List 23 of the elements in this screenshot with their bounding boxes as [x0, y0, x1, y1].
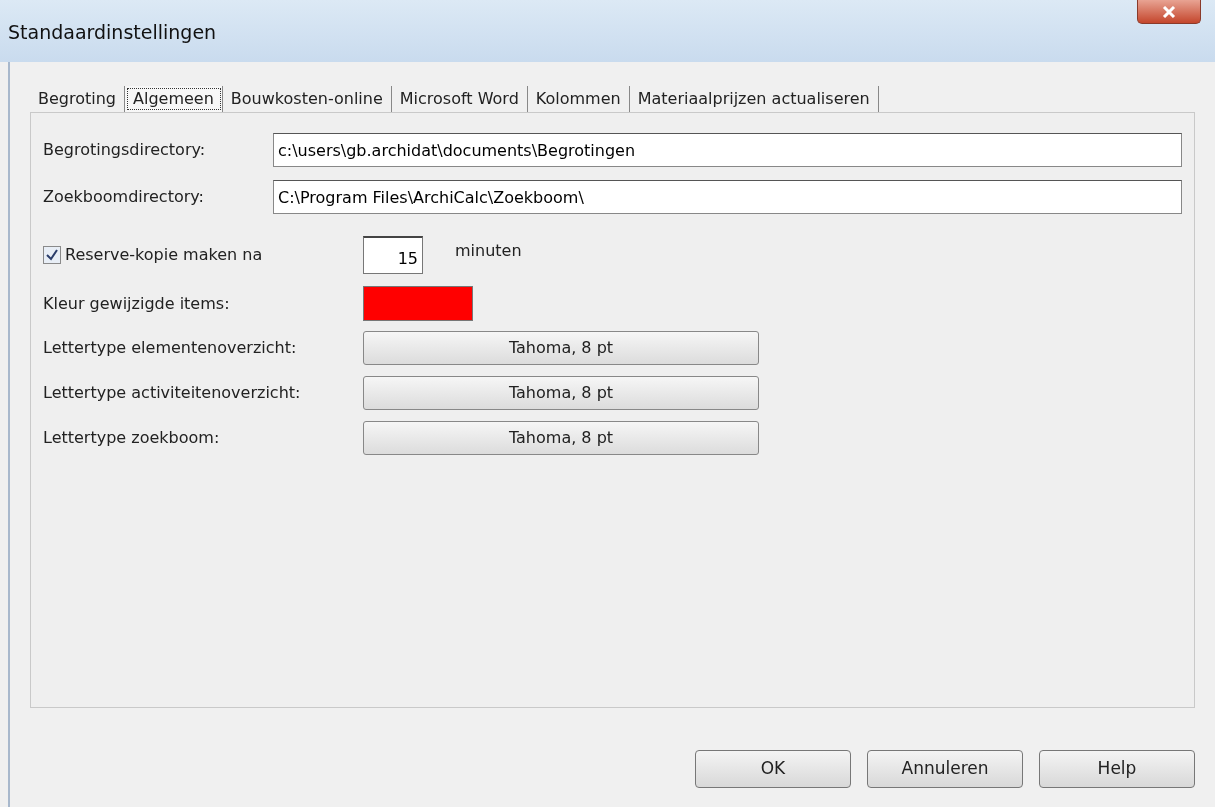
text-field[interactable]: C:\Program Files\ArchiCalc\Zoekboom\	[273, 180, 1182, 214]
font-button[interactable]: Tahoma, 8 pt	[363, 421, 759, 455]
field-label: Zoekboomdirectory:	[43, 186, 205, 208]
checkbox-label: Reserve-kopie maken na	[65, 244, 263, 266]
field-label: Lettertype activiteitenoverzicht:	[43, 382, 302, 404]
color-button[interactable]	[363, 286, 473, 321]
text-field[interactable]: c:\users\gb.archidat\documents\Begrotingen	[273, 133, 1182, 167]
tab[interactable]: Algemeen	[125, 86, 223, 112]
window-title: Standaardinstellingen	[8, 20, 217, 45]
number-field[interactable]: 15	[363, 236, 423, 274]
close-icon	[1162, 5, 1176, 18]
field-label: Lettertype zoekboom:	[43, 427, 221, 449]
dialog-button[interactable]: OK	[695, 750, 851, 788]
field-label: Lettertype elementenoverzicht:	[43, 337, 298, 359]
font-button[interactable]: Tahoma, 8 pt	[363, 331, 759, 365]
font-button[interactable]: Tahoma, 8 pt	[363, 376, 759, 410]
dialog-button[interactable]: Help	[1039, 750, 1195, 788]
checkbox[interactable]	[43, 246, 61, 264]
dialog-button[interactable]: Annuleren	[867, 750, 1023, 788]
field-label: Kleur gewijzigde items:	[43, 292, 231, 315]
field-label: Begrotingsdirectory:	[43, 139, 207, 161]
unit-label: minuten	[455, 240, 522, 262]
close-button[interactable]	[1137, 0, 1201, 24]
